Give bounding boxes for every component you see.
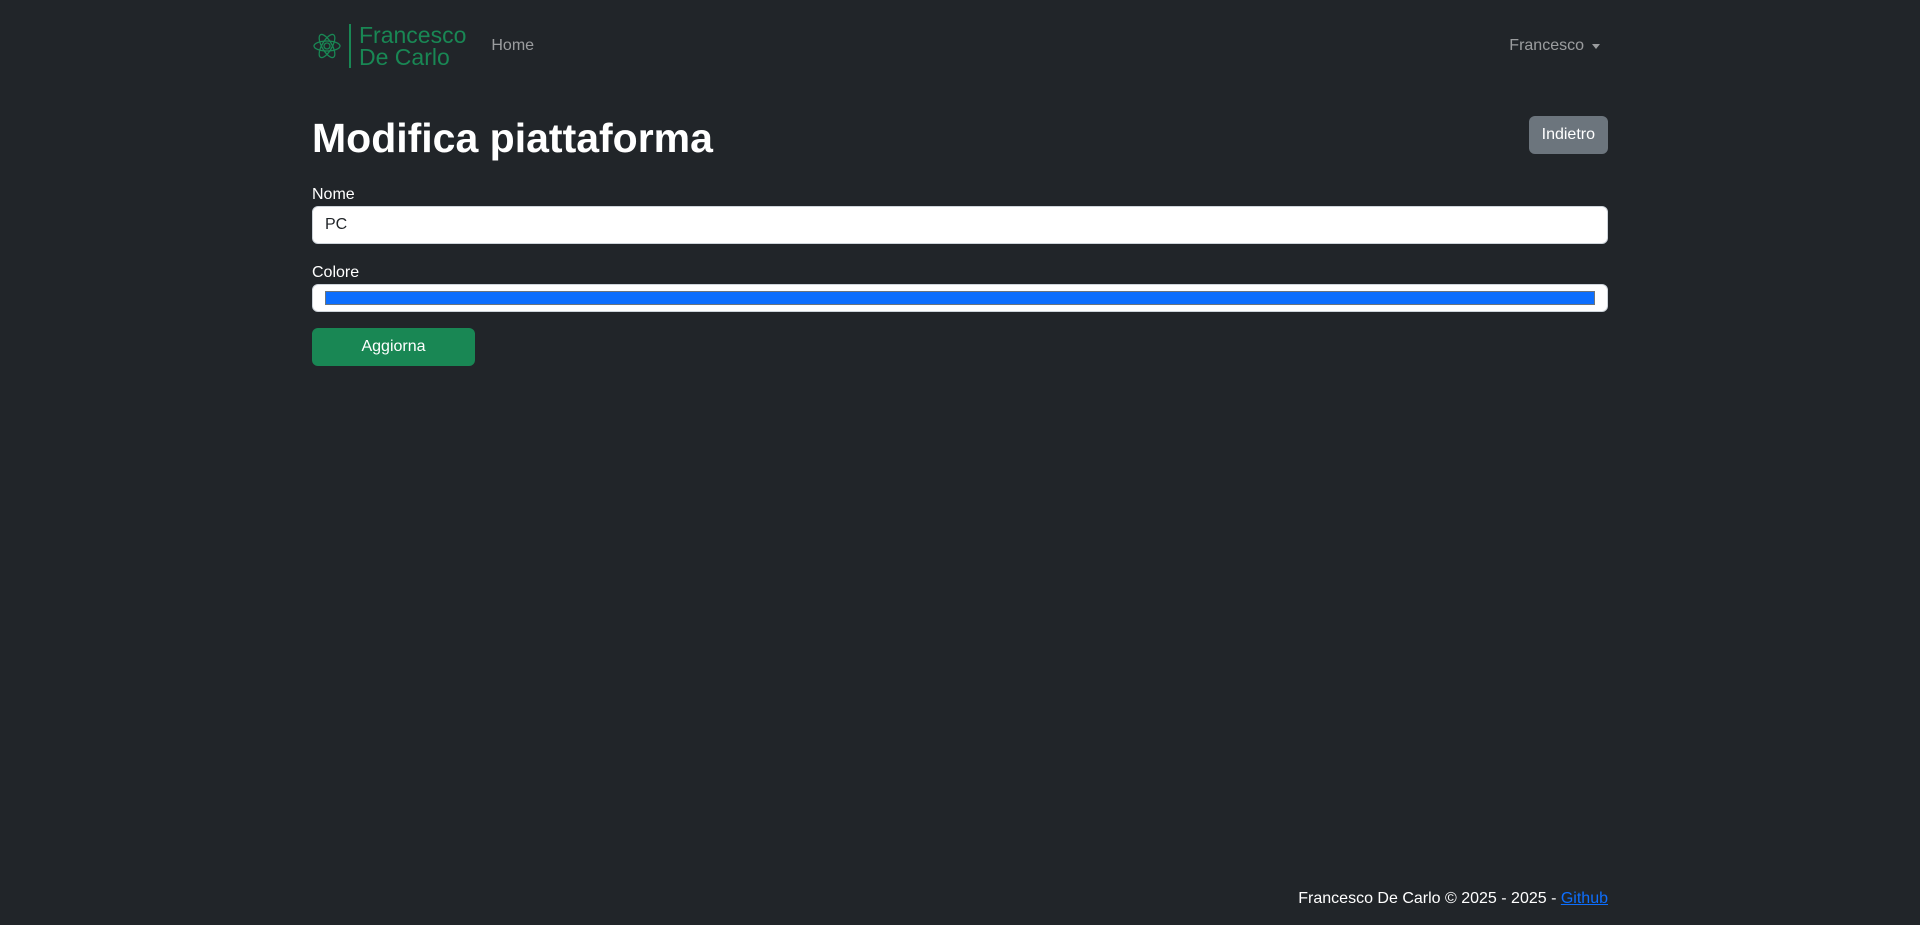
name-label: Nome [312, 186, 355, 203]
caret-down-icon [1592, 43, 1600, 49]
user-dropdown[interactable]: Francesco [1509, 37, 1600, 55]
brand-text: Francesco De Carlo [359, 24, 466, 70]
update-button[interactable]: Aggiorna [312, 328, 475, 366]
page-title: Modifica piattaforma [312, 115, 713, 161]
footer-text: Francesco De Carlo © 2025 - 2025 - [1298, 890, 1561, 907]
color-swatch [325, 291, 1595, 305]
github-link[interactable]: Github [1561, 890, 1608, 907]
name-input[interactable] [312, 206, 1608, 244]
back-button[interactable]: Indietro [1528, 116, 1608, 154]
atom-flower-logo-icon [312, 31, 342, 61]
color-picker-input[interactable] [312, 284, 1608, 312]
brand-divider [349, 24, 351, 68]
navbar: Francesco De Carlo Home Francesco [312, 0, 1608, 92]
user-dropdown-label: Francesco [1509, 37, 1584, 54]
field-gap [312, 244, 1608, 264]
brand-line-2: De Carlo [359, 44, 450, 70]
edit-platform-form: Nome Colore Aggiorna [312, 186, 1608, 366]
footer: Francesco De Carlo © 2025 - 2025 - Githu… [312, 890, 1608, 908]
page: Francesco De Carlo Home Francesco Modifi… [0, 0, 1920, 925]
page-header: Modifica piattaforma Indietro [312, 114, 1608, 160]
nav-left: Francesco De Carlo Home [312, 24, 534, 70]
brand-link[interactable]: Francesco De Carlo [312, 24, 466, 70]
color-label: Colore [312, 264, 360, 281]
nav-link-home[interactable]: Home [491, 37, 534, 55]
